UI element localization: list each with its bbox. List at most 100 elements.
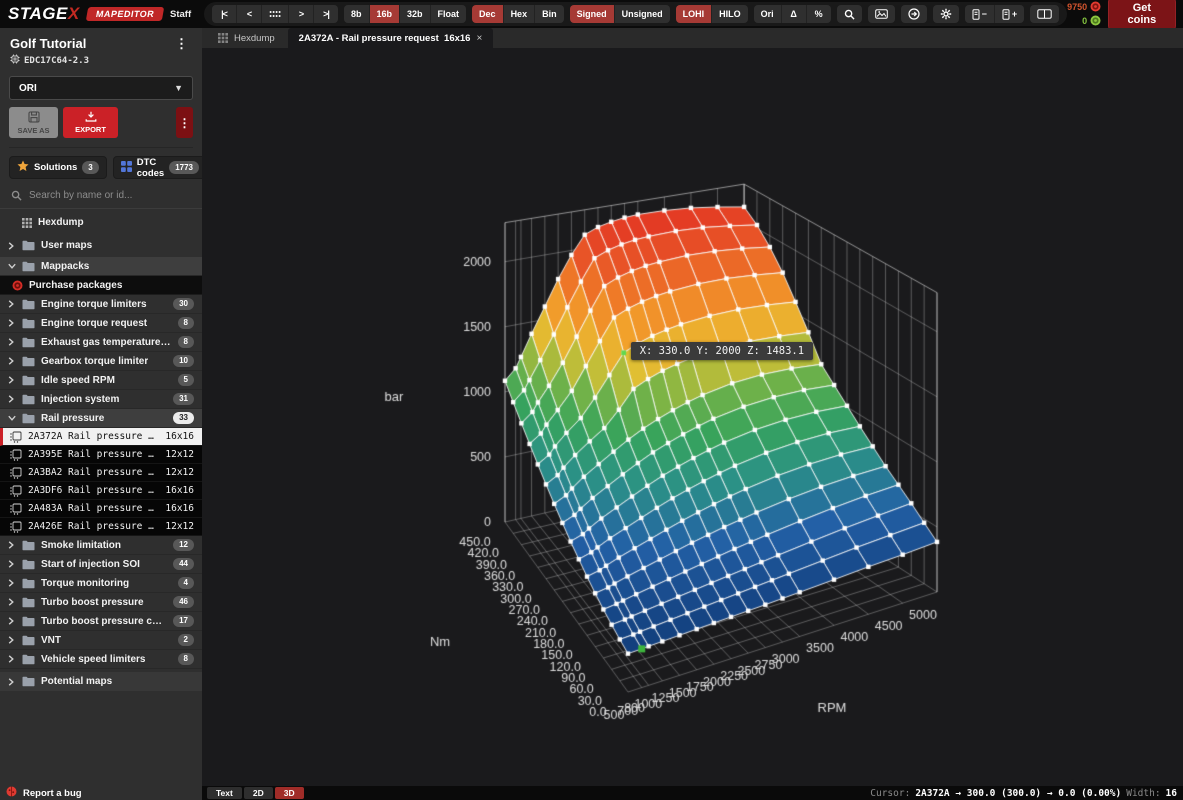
first-cell-button[interactable]: |< [212, 5, 236, 23]
chevron-right-icon[interactable] [8, 636, 16, 644]
topbar-right: 9750 0 Get coins ? × [1067, 0, 1183, 31]
chevron-down-icon: ▼ [174, 83, 183, 93]
value-view-ori-button[interactable]: Ori [753, 5, 781, 23]
sidebar-item-hexdump[interactable]: Hexdump [0, 211, 202, 234]
chevron-down-icon[interactable] [8, 263, 16, 269]
sidebar-folder-smoke-limitation[interactable]: Smoke limitation 12 [0, 536, 202, 555]
bit-width-float-button[interactable]: Float [430, 5, 467, 23]
folder-icon [22, 299, 35, 310]
map-item-2A3DF6[interactable]: 2A3DF6 Rail pressure request16x16 [0, 482, 202, 500]
export-button[interactable]: EXPORT [63, 107, 118, 138]
byte-remove-button[interactable]: − [964, 5, 994, 23]
project-menu-button[interactable]: ⋮ [171, 36, 192, 51]
sidebar-folder-start-of-injection-soi[interactable]: Start of injection SOI 44 [0, 555, 202, 574]
view-mode-text-button[interactable]: Text [207, 787, 242, 799]
search-button[interactable] [836, 5, 862, 23]
download-icon [85, 111, 97, 124]
report-bug-link[interactable]: Report a bug [23, 788, 82, 799]
version-select[interactable]: ORI ▼ [9, 76, 193, 100]
byte-order-hilo-button[interactable]: HILO [712, 5, 748, 23]
red-coin-icon [1090, 1, 1101, 14]
chevron-down-icon[interactable] [8, 415, 16, 421]
number-base-hex-button[interactable]: Hex [503, 5, 535, 23]
sign-mode-signed-button[interactable]: Signed [569, 5, 614, 23]
sidebar-folder-injection-system[interactable]: Injection system 31 [0, 390, 202, 409]
ecu-label: EDC17C64-2.3 [24, 55, 90, 66]
number-base-bin-button[interactable]: Bin [535, 5, 564, 23]
sidebar-folder-mappacks[interactable]: Mappacks [0, 257, 202, 276]
solutions-button[interactable]: Solutions 3 [9, 156, 107, 179]
sidebar-folder-user-maps[interactable]: User maps [0, 234, 202, 257]
chevron-right-icon[interactable] [8, 357, 16, 365]
sidebar-folder-torque-monitoring[interactable]: Torque monitoring 4 [0, 574, 202, 593]
map-item-2A426E[interactable]: 2A426E Rail pressure request12x12 [0, 518, 202, 536]
view-mode-3d-button[interactable]: 3D [274, 787, 304, 799]
chevron-right-icon[interactable] [8, 319, 16, 327]
save-as-button[interactable]: SAVE AS [9, 107, 58, 138]
chevron-right-icon[interactable] [8, 677, 16, 686]
map-preview-button[interactable] [867, 5, 895, 23]
sidebar-folder-idle-speed-rpm[interactable]: Idle speed RPM 5 [0, 371, 202, 390]
hexdump-grid-icon [218, 33, 228, 43]
chevron-right-icon[interactable] [8, 300, 16, 308]
map-item-2A483A[interactable]: 2A483A Rail pressure request16x16 [0, 500, 202, 518]
sidebar-folder-gearbox-torque-limiter[interactable]: Gearbox torque limiter 10 [0, 352, 202, 371]
sidebar-folder-turbo-boost-pressure[interactable]: Turbo boost pressure 46 [0, 593, 202, 612]
chevron-right-icon[interactable] [8, 598, 16, 606]
number-base-dec-button[interactable]: Dec [472, 5, 503, 23]
sidebar-folder-turbo-boost-pressure-control[interactable]: Turbo boost pressure control 17 [0, 612, 202, 631]
dtc-codes-button[interactable]: DTC codes 1773 [112, 156, 202, 179]
chevron-right-icon[interactable] [8, 241, 16, 250]
chevron-right-icon[interactable] [8, 617, 16, 625]
folder-icon [22, 356, 35, 367]
tab-hexdump[interactable]: Hexdump [207, 28, 286, 48]
byte-order-lohi-button[interactable]: LOHI [675, 5, 712, 23]
chevron-right-icon[interactable] [8, 376, 16, 384]
sidebar-folder-vehicle-speed-limiters[interactable]: Vehicle speed limiters 8 [0, 650, 202, 669]
value-view-δ-button[interactable]: Δ [781, 5, 806, 23]
chevron-right-icon[interactable] [8, 579, 16, 587]
close-tab-icon[interactable]: × [476, 33, 482, 44]
sidebar-folder-rail-pressure[interactable]: Rail pressure 33 [0, 409, 202, 428]
chevron-right-icon[interactable] [8, 560, 16, 568]
map-chip-icon [10, 431, 22, 443]
chevron-right-icon[interactable] [8, 395, 16, 403]
prev-cell-button[interactable]: < [237, 5, 261, 23]
sidebar-folder-potential-maps[interactable]: Potential maps [0, 672, 202, 691]
folder-icon [22, 635, 35, 646]
bit-width-16b-button[interactable]: 16b [369, 5, 400, 23]
surface-chart-canvas[interactable] [202, 48, 1183, 786]
folder-count-badge: 33 [173, 411, 194, 425]
value-view-%-button[interactable]: % [806, 5, 831, 23]
folder-count-badge: 2 [177, 633, 194, 647]
split-view-button[interactable] [1030, 5, 1060, 23]
folder-icon [22, 240, 35, 251]
folder-count-badge: 17 [173, 614, 194, 628]
search-bar [0, 185, 202, 209]
sidebar-folder-engine-torque-limiters[interactable]: Engine torque limiters 30 [0, 295, 202, 314]
next-cell-button[interactable]: > [289, 5, 313, 23]
bit-width-8b-button[interactable]: 8b [344, 5, 369, 23]
map-item-2A395E[interactable]: 2A395E Rail pressure request12x12 [0, 446, 202, 464]
table-view-button[interactable] [262, 5, 288, 23]
settings-button[interactable] [932, 5, 959, 23]
sidebar-folder-vnt[interactable]: VNT 2 [0, 631, 202, 650]
byte-add-button[interactable]: + [994, 5, 1025, 23]
chevron-right-icon[interactable] [8, 338, 16, 346]
last-cell-button[interactable]: >| [314, 5, 338, 23]
file-menu-button[interactable]: ⋮ [176, 107, 193, 138]
search-input[interactable] [29, 190, 191, 201]
sidebar-folder-engine-torque-request[interactable]: Engine torque request 8 [0, 314, 202, 333]
bit-width-32b-button[interactable]: 32b [400, 5, 430, 23]
chevron-right-icon[interactable] [8, 655, 16, 663]
chevron-right-icon[interactable] [8, 541, 16, 549]
view-mode-2d-button[interactable]: 2D [243, 787, 273, 799]
sidebar-folder-exhaust-gas-temperature-egt[interactable]: Exhaust gas temperature EGT 8 [0, 333, 202, 352]
map-item-2A3BA2[interactable]: 2A3BA2 Rail pressure request12x12 [0, 464, 202, 482]
tab-map[interactable]: 2A372A - Rail pressure request 16x16 × [287, 28, 494, 48]
sidebar-item-purchase-packages[interactable]: Purchase packages [0, 276, 202, 295]
get-coins-button[interactable]: Get coins [1108, 0, 1176, 31]
map-item-2A372A[interactable]: 2A372A Rail pressure request16x16 [0, 428, 202, 446]
goto-button[interactable] [900, 5, 927, 23]
sign-mode-unsigned-button[interactable]: Unsigned [614, 5, 670, 23]
